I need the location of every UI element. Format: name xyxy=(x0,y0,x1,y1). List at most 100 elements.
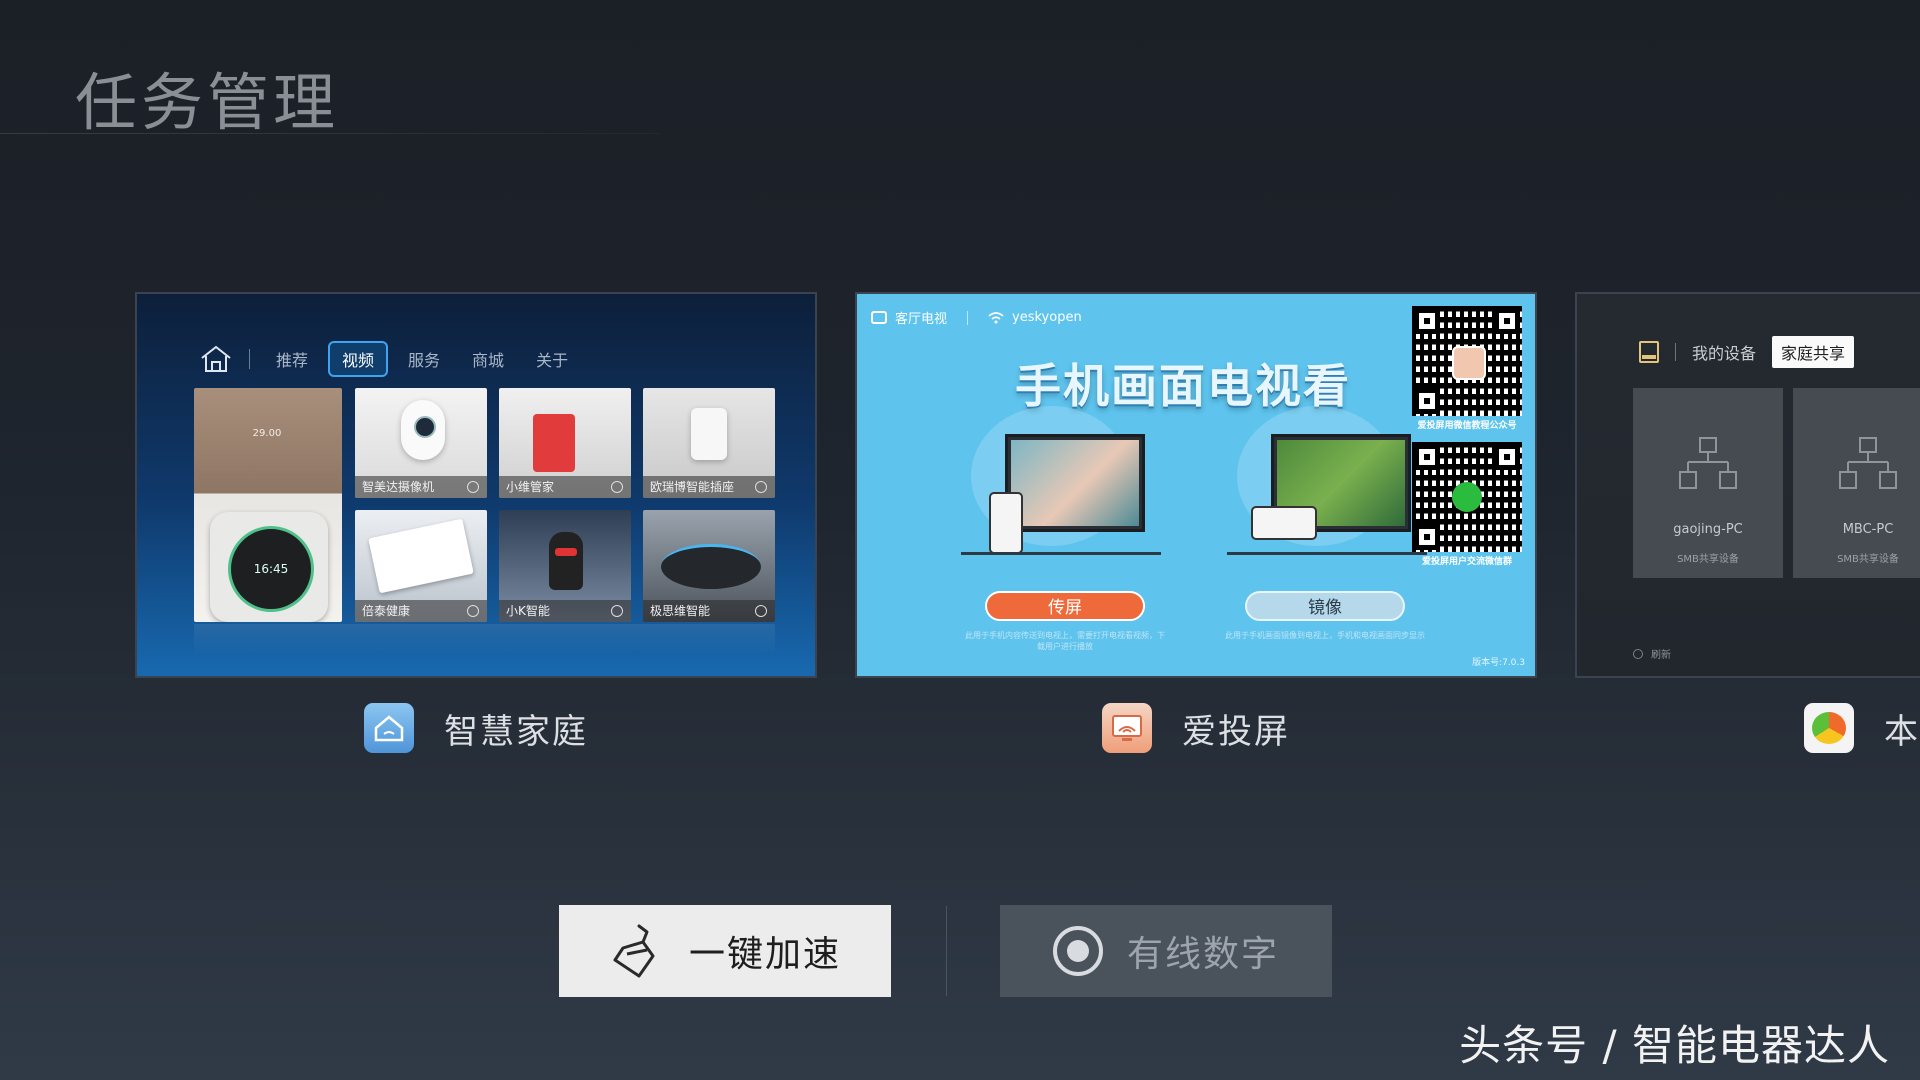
qr-code-official-account xyxy=(1412,306,1522,416)
cast-mirror-button: 镜像 xyxy=(1245,591,1405,621)
tile-vacuum: 极思维智能 xyxy=(643,510,775,622)
boost-label: 一键加速 xyxy=(688,933,841,974)
cast-screen-button: 传屏 xyxy=(985,591,1145,621)
qr-finder xyxy=(1414,524,1440,550)
wired-digital-label: 有线数字 xyxy=(1126,933,1279,974)
cast-screen-description: 此用于手机内容传送到电视上，需要打开电视看视频，下载用户进行播放 xyxy=(965,631,1165,651)
qr-caption-2: 爱投屏用户交流微信群 xyxy=(1421,557,1512,567)
broom-icon xyxy=(613,924,655,978)
boost-button[interactable]: 一键加速 xyxy=(559,905,891,997)
tile-socket: 欧瑞博智能插座 xyxy=(643,388,775,498)
page-title: 任务管理 xyxy=(75,66,340,139)
task-card-smart-home[interactable]: 推荐 视频 服务 商城 关于 29.00 16:45 智美达摄像机 小维管家 欧… xyxy=(135,292,817,678)
tile-label: 小K智能 xyxy=(499,600,631,622)
tab-mall: 商城 xyxy=(472,351,505,370)
app-name: 智慧家庭 xyxy=(444,711,588,752)
nav-separator xyxy=(249,349,250,369)
local-media-app-icon xyxy=(1804,703,1854,753)
tab-about: 关于 xyxy=(536,351,569,370)
thermostat-dial: 16:45 xyxy=(228,526,314,612)
screen-cast-icon xyxy=(1112,715,1142,741)
phone-image xyxy=(1251,506,1317,540)
tv-icon xyxy=(871,311,887,324)
tab-family-share: 家庭共享 xyxy=(1772,336,1855,368)
button-divider xyxy=(946,906,947,996)
tile-label: 欧瑞博智能插座 xyxy=(643,476,775,498)
tile-label: 倍泰健康 xyxy=(355,600,487,622)
tile-xk: 小K智能 xyxy=(499,510,631,622)
qr-code-wechat-group xyxy=(1412,442,1522,552)
qr-caption-1: 爱投屏用微信教程公众号 xyxy=(1417,421,1517,431)
vacuum-image xyxy=(661,544,761,589)
app-label-cast: 爱投屏 xyxy=(1102,702,1290,754)
qr-finder xyxy=(1494,308,1520,334)
phone-image xyxy=(989,492,1023,554)
local-header: 我的设备 家庭共享 xyxy=(1639,336,1855,368)
device-name: MBC-PC xyxy=(1842,522,1894,537)
tile-thermostat: 29.00 16:45 xyxy=(194,388,342,622)
header-separator xyxy=(1675,343,1676,361)
xk-image xyxy=(549,532,583,590)
cast-illustration-screen xyxy=(961,406,1161,556)
qr-finder xyxy=(1414,444,1440,470)
qr-finder xyxy=(1414,388,1440,414)
tab-my-devices: 我的设备 xyxy=(1692,344,1757,363)
cast-app-icon xyxy=(1102,703,1152,753)
smart-home-nav: 推荐 视频 服务 商城 关于 xyxy=(199,340,588,378)
app-label-smart-home: 智慧家庭 xyxy=(364,702,588,754)
wifi-name: yeskyopen xyxy=(1012,310,1082,325)
smart-home-app-icon xyxy=(364,703,414,753)
cast-mirror-description: 此用于手机画面镜像到电视上，手机和电视画面同步显示 xyxy=(1225,631,1425,640)
network-icon xyxy=(1839,437,1897,489)
topbar-separator xyxy=(967,310,969,325)
device-type: SMB共享设备 xyxy=(1837,554,1899,565)
cast-topbar: 客厅电视 yeskyopen xyxy=(871,308,1082,327)
room-label: 客厅电视 xyxy=(895,312,948,327)
refresh-label: 刷新 xyxy=(1651,650,1671,661)
wall-panel: 29.00 xyxy=(252,428,282,439)
tv-screen xyxy=(1011,440,1139,526)
house-icon xyxy=(374,715,404,742)
tile-label: 极思维智能 xyxy=(643,600,775,622)
health-image xyxy=(368,518,474,594)
network-icon xyxy=(1679,437,1737,489)
device-type: SMB共享设备 xyxy=(1677,554,1739,565)
task-card-local[interactable]: 我的设备 家庭共享 gaojing-PC SMB共享设备 MBC-PC SMB共… xyxy=(1575,292,1920,678)
tile-label: 小维管家 xyxy=(499,476,631,498)
task-card-cast[interactable]: 客厅电视 yeskyopen 手机画面电视看 传屏 镜像 此用于手机内容传送到电… xyxy=(855,292,1537,678)
thermostat-device: 16:45 xyxy=(210,512,328,622)
tab-recommend: 推荐 xyxy=(276,351,309,370)
tile-butler: 小维管家 xyxy=(499,388,631,498)
refresh-icon xyxy=(1633,648,1643,659)
tv-image xyxy=(1005,434,1145,532)
device-icon xyxy=(1639,341,1659,363)
wechat-icon xyxy=(1452,482,1482,512)
qr-finder xyxy=(1494,444,1520,470)
title-divider xyxy=(0,133,660,134)
butler-image xyxy=(533,414,575,472)
app-name: 爱投屏 xyxy=(1182,711,1290,752)
tab-video: 视频 xyxy=(328,341,389,377)
radio-icon xyxy=(1052,926,1103,976)
home-icon xyxy=(201,345,231,372)
wifi-icon xyxy=(988,311,1004,323)
qr-finder xyxy=(1414,308,1440,334)
device-name: gaojing-PC xyxy=(1673,522,1743,537)
camera-image xyxy=(401,400,445,460)
tab-service: 服务 xyxy=(408,351,441,370)
tile-label: 智美达摄像机 xyxy=(355,476,487,498)
app-name: 本 xyxy=(1884,711,1920,752)
device-tile: gaojing-PC SMB共享设备 xyxy=(1633,388,1783,578)
version-label: 版本号:7.0.3 xyxy=(1472,658,1525,668)
socket-image xyxy=(691,408,727,460)
refresh-hint: 刷新 xyxy=(1633,646,1671,661)
tile-camera: 智美达摄像机 xyxy=(355,388,487,498)
device-tile: MBC-PC SMB共享设备 xyxy=(1793,388,1920,578)
qr-logo-icon xyxy=(1452,346,1486,380)
cast-illustration-mirror xyxy=(1227,406,1427,556)
illus-base xyxy=(961,552,1161,555)
watermark: 头条号 / 智能电器达人 xyxy=(1459,1021,1890,1070)
illus-base xyxy=(1227,552,1427,555)
tile-health: 倍泰健康 xyxy=(355,510,487,622)
wired-digital-button[interactable]: 有线数字 xyxy=(1000,905,1332,997)
